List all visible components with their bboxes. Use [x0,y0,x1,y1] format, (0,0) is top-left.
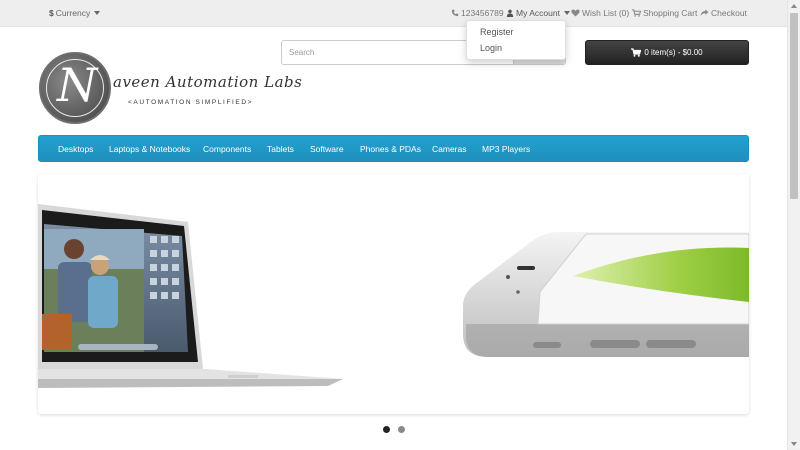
checkout-link[interactable]: Checkout [700,8,747,18]
nav-item-phones[interactable]: Phones & PDAs [360,144,421,154]
logo-emblem: N [39,52,111,124]
phone-link[interactable]: 123456789 [451,8,504,18]
phone-illustration [463,232,749,357]
top-bar: $ Currency 123456789 My Account Wish Lis… [0,0,787,27]
nav-item-laptops[interactable]: Laptops & Notebooks [109,144,190,154]
nav-item-tablets[interactable]: Tablets [267,144,294,154]
nav-item-cameras[interactable]: Cameras [432,144,466,154]
logo-letter: N [57,58,98,112]
slider-pagination [383,426,405,433]
cart-icon [631,48,642,57]
nav-item-software[interactable]: Software [310,144,344,154]
wish-list-link[interactable]: Wish List (0) [571,8,629,18]
menu-item-login[interactable]: Login [480,43,502,53]
shopping-cart-label: Shopping Cart [643,8,698,18]
nav-item-mp3-players[interactable]: MP3 Players [482,144,530,154]
scroll-up-arrow-icon[interactable] [791,4,797,8]
site-logo[interactable]: N aveen Automation Labs <AUTOMATION SIMP… [39,52,302,126]
chevron-down-icon [563,11,570,15]
banner-image [38,204,749,388]
chevron-down-icon [94,11,101,15]
wish-list-label: Wish List (0) [582,8,630,18]
cart-button[interactable]: 0 item(s) - $0.00 [585,40,749,65]
banner-slider[interactable] [38,174,749,414]
user-icon [506,9,514,17]
page-scrollbar[interactable] [787,0,800,450]
shopping-cart-link[interactable]: Shopping Cart [632,8,697,18]
menu-item-register[interactable]: Register [480,27,514,37]
cart-button-label: 0 item(s) - $0.00 [644,48,703,57]
laptop-illustration [38,204,343,388]
nav-item-desktops[interactable]: Desktops [58,144,93,154]
checkout-label: Checkout [711,8,747,18]
slider-dot-1[interactable] [383,426,390,433]
logo-tagline: <AUTOMATION SIMPLIFIED> [128,99,254,106]
currency-label: Currency [55,8,91,18]
currency-dropdown[interactable]: $ Currency [49,8,101,18]
heart-icon [571,9,580,17]
scroll-down-arrow-icon[interactable] [791,442,797,446]
my-account-label: My Account [516,8,560,18]
phone-icon [451,9,459,17]
scrollbar-thumb[interactable] [790,13,798,199]
my-account-dropdown[interactable]: My Account [506,8,570,18]
share-icon [700,9,709,17]
account-dropdown-menu: Register Login [466,20,566,60]
nav-item-components[interactable]: Components [203,144,251,154]
main-nav: Desktops Laptops & Notebooks Components … [38,135,749,162]
phone-number: 123456789 [461,8,504,18]
logo-name: aveen Automation Labs [113,73,303,91]
cart-icon [632,9,641,17]
slider-dot-2[interactable] [398,426,405,433]
currency-symbol: $ [49,8,54,18]
